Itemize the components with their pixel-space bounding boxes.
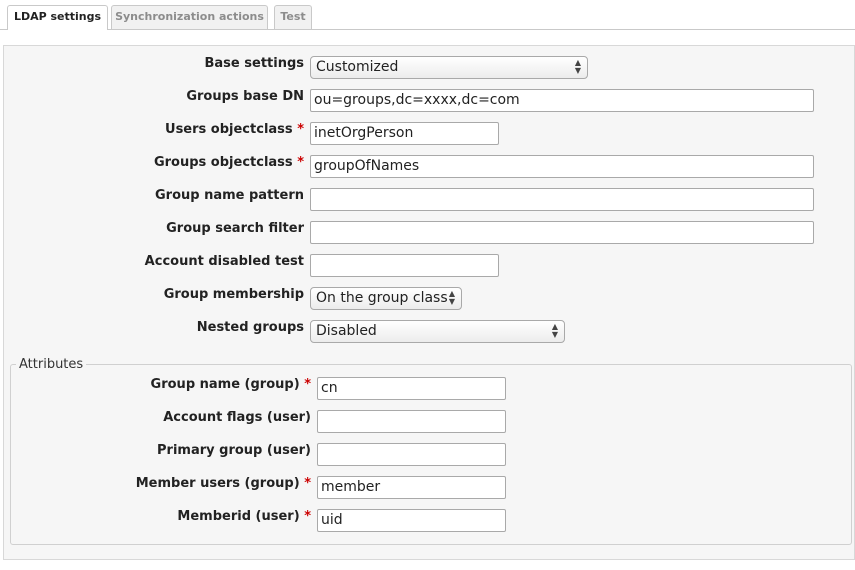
tab-divider [0,29,855,30]
memberid-label-text: Memberid (user) [177,509,300,524]
required-marker: * [304,509,311,524]
tab-bar: LDAP settings Synchronization actions Te… [0,0,855,30]
account-disabled-test-input[interactable] [310,254,499,277]
group-search-filter-label: Group search filter [166,221,304,236]
required-marker: * [304,476,311,491]
tab-synchronization-actions[interactable]: Synchronization actions [111,5,268,29]
groups-objectclass-label: Groups objectclass * [154,155,304,170]
nested-groups-value: Disabled [316,323,377,339]
account-flags-label: Account flags (user) [163,410,311,425]
group-name-pattern-label: Group name pattern [154,188,304,203]
tab-ldap-settings[interactable]: LDAP settings [7,5,108,30]
group-membership-label: Group membership [163,287,304,302]
account-flags-input[interactable] [317,410,506,433]
users-objectclass-input[interactable]: inetOrgPerson [310,122,499,145]
account-disabled-test-label: Account disabled test [144,254,304,269]
group-name-label-text: Group name (group) [150,377,300,392]
users-objectclass-label: Users objectclass * [165,122,304,137]
groups-objectclass-label-text: Groups objectclass [153,155,293,170]
primary-group-input[interactable] [317,443,506,466]
required-marker: * [297,122,304,137]
member-users-label-text: Member users (group) [135,476,300,491]
users-objectclass-label-text: Users objectclass [165,122,293,137]
groups-base-dn-input[interactable]: ou=groups,dc=xxxx,dc=com [310,89,814,112]
select-arrows-icon: ▲ ▼ [448,289,455,306]
group-membership-value: On the group class [316,290,448,306]
tab-test[interactable]: Test [274,5,312,29]
group-name-pattern-input[interactable] [310,188,814,211]
group-membership-select[interactable]: On the group class ▲ ▼ [310,287,462,310]
group-name-input[interactable]: cn [317,377,506,400]
groups-base-dn-label: Groups base DN [186,89,304,104]
memberid-label: Memberid (user) * [177,509,311,524]
memberid-input[interactable]: uid [317,509,506,532]
base-settings-value: Customized [316,59,399,75]
nested-groups-select[interactable]: Disabled ▲ ▼ [310,320,565,343]
base-settings-label: Base settings [204,56,305,71]
required-marker: * [297,155,304,170]
primary-group-label: Primary group (user) [157,443,311,458]
base-settings-select[interactable]: Customized ▲ ▼ [310,56,588,79]
groups-objectclass-input[interactable]: groupOfNames [310,155,814,178]
select-arrows-icon: ▲ ▼ [551,322,558,339]
member-users-label: Member users (group) * [136,476,311,491]
member-users-input[interactable]: member [317,476,506,499]
select-arrows-icon: ▲ ▼ [574,58,581,75]
group-search-filter-input[interactable] [310,221,814,244]
required-marker: * [304,377,311,392]
group-name-label: Group name (group) * [151,377,311,392]
nested-groups-label: Nested groups [196,320,304,335]
attributes-legend: Attributes [19,357,84,372]
